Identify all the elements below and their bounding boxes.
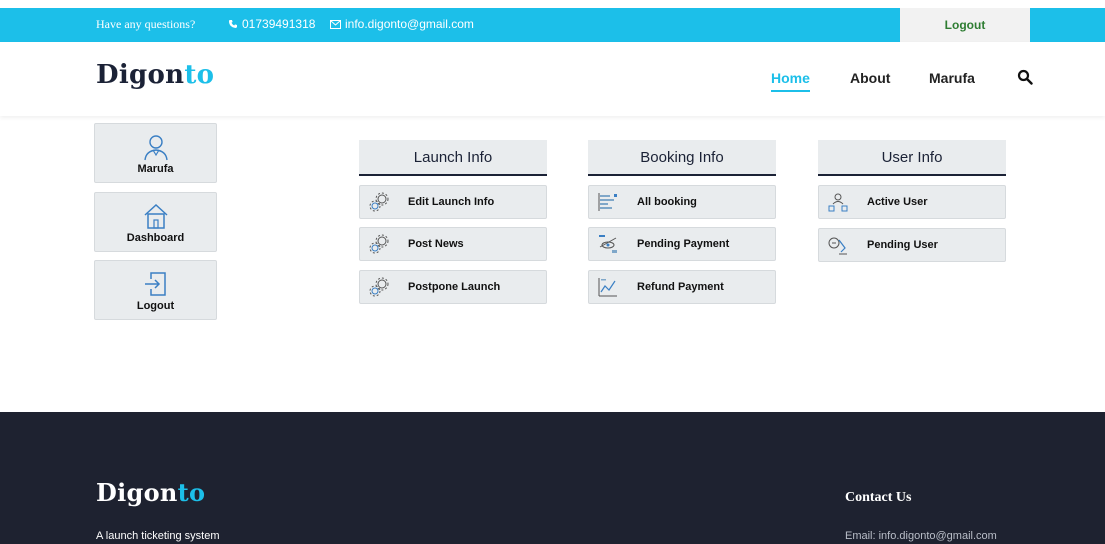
launch-info-heading: Launch Info <box>359 140 547 176</box>
post-news-label: Post News <box>408 238 464 250</box>
brand-logo[interactable]: Digonto <box>96 60 214 90</box>
edit-launch-info-button[interactable]: Edit Launch Info <box>359 185 547 219</box>
footer-brand-main: Digon <box>96 478 178 507</box>
user-avatar-icon <box>143 135 168 161</box>
footer-contact-title: Contact Us <box>845 490 912 505</box>
refund-payment-label: Refund Payment <box>637 281 724 293</box>
user-group-icon <box>828 193 848 212</box>
pending-payment-label: Pending Payment <box>637 238 730 250</box>
home-icon <box>143 203 168 229</box>
sidebar-dashboard-label: Dashboard <box>126 232 185 244</box>
brand-main: Digon <box>96 60 185 90</box>
user-info-heading: User Info <box>818 140 1006 176</box>
all-booking-label: All booking <box>637 196 697 208</box>
phone-number: 01739491318 <box>242 17 316 31</box>
sidebar-dashboard-button[interactable]: Dashboard <box>94 192 217 252</box>
footer-tagline: A launch ticketing system <box>96 530 220 542</box>
sidebar-profile-button[interactable]: Marufa <box>94 123 217 183</box>
postpone-launch-button[interactable]: Postpone Launch <box>359 270 547 304</box>
sidebar-profile-label: Marufa <box>137 163 174 175</box>
pending-payment-button[interactable]: Pending Payment <box>588 227 776 261</box>
pending-user-label: Pending User <box>867 239 938 251</box>
phone-contact[interactable]: 01739491318 <box>228 17 315 31</box>
pending-user-button[interactable]: Pending User <box>818 228 1006 262</box>
mail-icon <box>330 19 341 29</box>
footer: Digonto A launch ticketing system Contac… <box>0 412 1105 544</box>
email-address: info.digonto@gmail.com <box>345 17 474 31</box>
sidebar-logout-label: Logout <box>136 300 175 312</box>
brand-accent: to <box>184 60 215 90</box>
active-user-button[interactable]: Active User <box>818 185 1006 219</box>
gears-icon <box>369 192 389 212</box>
footer-contact-email: Email: info.digonto@gmail.com <box>845 530 997 542</box>
postpone-launch-label: Postpone Launch <box>408 281 501 293</box>
top-logout-button[interactable]: Logout <box>900 8 1030 42</box>
payment-icon <box>599 235 617 253</box>
top-bar: Have any questions? 01739491318 info.dig… <box>0 8 1105 42</box>
sidebar-logout-button[interactable]: Logout <box>94 260 217 320</box>
gears-icon <box>369 234 389 254</box>
footer-brand-accent: to <box>177 478 206 507</box>
pending-user-icon <box>828 237 847 255</box>
edit-launch-info-label: Edit Launch Info <box>408 196 495 208</box>
nav-home[interactable]: Home <box>771 70 810 92</box>
email-contact[interactable]: info.digonto@gmail.com <box>330 17 474 31</box>
phone-icon <box>229 20 237 28</box>
main-header: Digonto Home About Marufa <box>0 42 1105 116</box>
footer-brand-logo[interactable]: Digonto <box>96 478 205 507</box>
active-user-label: Active User <box>867 196 928 208</box>
list-chart-icon <box>598 193 617 211</box>
nav-about[interactable]: About <box>850 70 890 86</box>
logout-icon <box>144 272 166 296</box>
nav-user[interactable]: Marufa <box>929 70 975 86</box>
refund-chart-icon <box>598 278 617 297</box>
refund-payment-button[interactable]: Refund Payment <box>588 270 776 304</box>
search-icon[interactable] <box>1017 69 1033 85</box>
all-booking-button[interactable]: All booking <box>588 185 776 219</box>
gears-icon <box>369 277 389 297</box>
booking-info-heading: Booking Info <box>588 140 776 176</box>
questions-text: Have any questions? <box>96 17 196 31</box>
post-news-button[interactable]: Post News <box>359 227 547 261</box>
